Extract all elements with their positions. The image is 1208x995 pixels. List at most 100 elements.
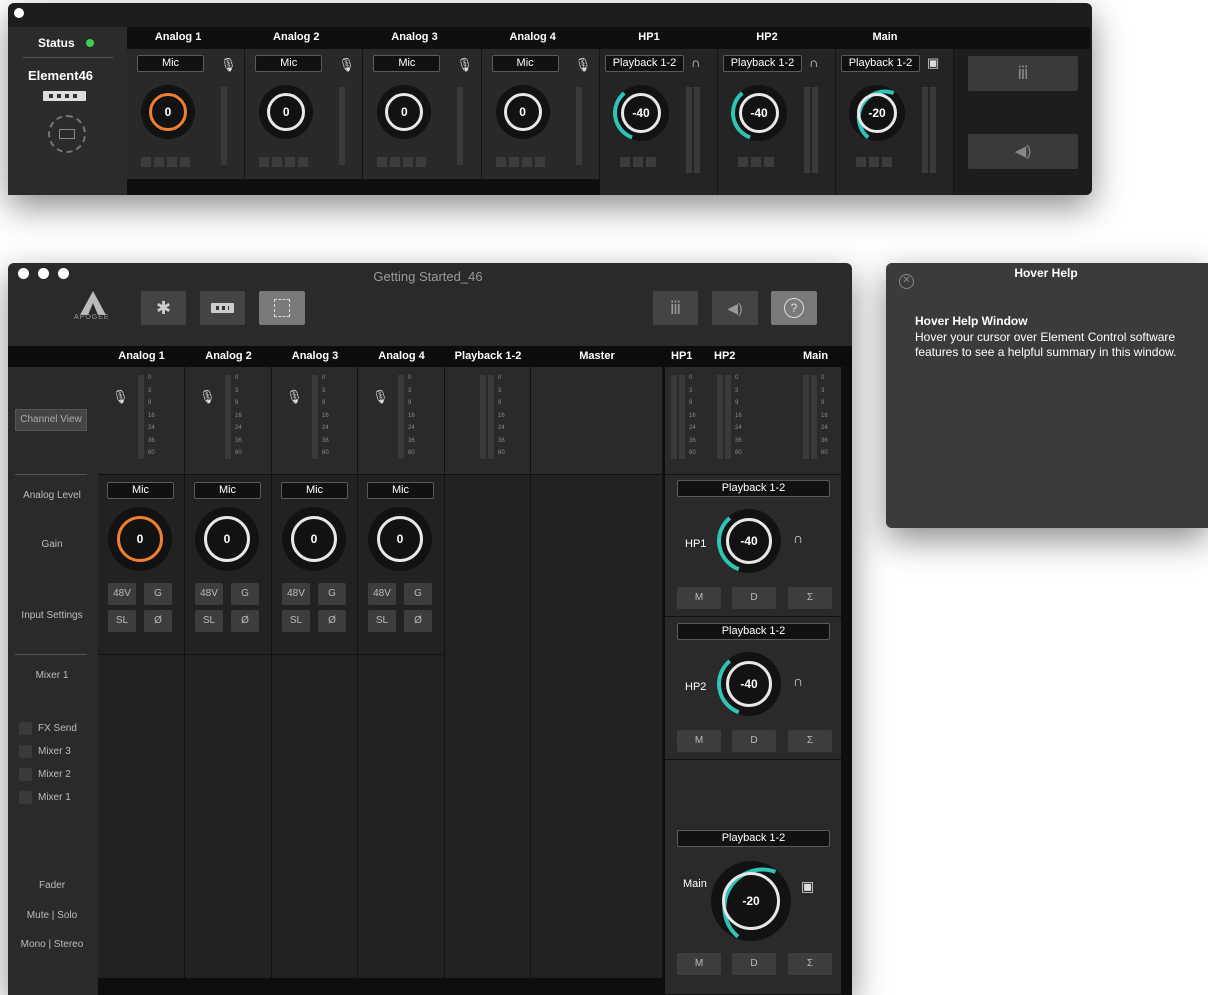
- sum-button[interactable]: Σ: [788, 730, 832, 752]
- meters-button[interactable]: ⅲ: [653, 291, 698, 325]
- input-meter: [138, 375, 144, 459]
- divider: [23, 57, 113, 58]
- mixer3-checkbox[interactable]: [19, 745, 32, 758]
- knob[interactable]: 0: [377, 85, 432, 139]
- scroll-strip[interactable]: [98, 978, 663, 995]
- meter-tick: 60: [408, 450, 415, 456]
- knob[interactable]: 0: [141, 85, 195, 139]
- channel-view-button[interactable]: Channel View: [15, 409, 87, 431]
- output-source-select[interactable]: Playback 1-2: [605, 55, 684, 72]
- phase-button[interactable]: Ø: [144, 610, 172, 632]
- soft-limit-button[interactable]: SL: [108, 610, 136, 632]
- level-meter: [457, 87, 464, 165]
- phase-button[interactable]: Ø: [404, 610, 432, 632]
- 48v-button[interactable]: 48V: [368, 583, 396, 605]
- mixer2-checkbox[interactable]: [19, 768, 32, 781]
- 48v-button[interactable]: 48V: [282, 583, 310, 605]
- gain-lock-button[interactable]: G: [144, 583, 172, 605]
- knob-value: 0: [291, 516, 337, 562]
- meter-tick: 0: [735, 375, 739, 381]
- level-meter-l: [922, 87, 928, 173]
- indicator: [764, 157, 774, 167]
- close-dot[interactable]: [14, 8, 24, 18]
- knob[interactable]: 0: [368, 507, 432, 571]
- input-select[interactable]: Mic: [194, 482, 261, 499]
- meter-tick: 16: [408, 412, 415, 419]
- dim-button[interactable]: D: [732, 730, 776, 752]
- knob[interactable]: 0: [495, 85, 550, 139]
- mute-button[interactable]: M: [677, 587, 721, 609]
- mixer1-checkbox[interactable]: [19, 791, 32, 804]
- indicator: [403, 157, 414, 167]
- sum-button[interactable]: Σ: [788, 953, 832, 975]
- dim-button[interactable]: D: [732, 953, 776, 975]
- sync-icon[interactable]: [48, 115, 86, 153]
- mute-button[interactable]: M: [677, 953, 721, 975]
- close-icon[interactable]: ✕: [899, 274, 914, 289]
- knob[interactable]: -40: [613, 85, 669, 141]
- meter-tick: 24: [735, 425, 742, 431]
- zoom-button[interactable]: [58, 268, 69, 279]
- speaker-button[interactable]: ◀): [968, 134, 1078, 169]
- output-source-select[interactable]: Playback 1-2: [677, 623, 830, 640]
- soft-limit-button[interactable]: SL: [368, 610, 396, 632]
- close-button[interactable]: [18, 268, 29, 279]
- meter-tick: 0: [689, 375, 693, 381]
- input-select[interactable]: Mic: [107, 482, 174, 499]
- phase-button[interactable]: Ø: [318, 610, 346, 632]
- knob[interactable]: -40: [717, 509, 781, 573]
- gain-lock-button[interactable]: G: [318, 583, 346, 605]
- output-source-select[interactable]: Playback 1-2: [841, 55, 920, 72]
- settings-button[interactable]: ✱: [141, 291, 186, 325]
- output-block: Playback 1-2 Main -20 ▣ M D Σ: [665, 825, 841, 995]
- output-source-select[interactable]: Playback 1-2: [677, 830, 830, 847]
- knob[interactable]: -40: [731, 85, 787, 141]
- 48v-button[interactable]: 48V: [195, 583, 223, 605]
- knob[interactable]: 0: [195, 507, 259, 571]
- mixer-view-button[interactable]: [259, 291, 305, 325]
- output-source-select[interactable]: Playback 1-2: [677, 480, 830, 497]
- device-icon: [211, 303, 234, 313]
- meter-view-button[interactable]: ⅲ: [968, 56, 1078, 91]
- input-select[interactable]: Mic: [367, 482, 434, 499]
- column-header: Analog 2: [205, 350, 252, 362]
- dim-button[interactable]: D: [732, 587, 776, 609]
- knob[interactable]: 0: [108, 507, 172, 571]
- knob[interactable]: -40: [717, 652, 781, 716]
- speaker-button[interactable]: ◀): [712, 291, 758, 325]
- knob[interactable]: -20: [849, 85, 905, 141]
- column-header: Analog 1: [118, 350, 165, 362]
- column-header: Analog 3: [291, 350, 339, 362]
- input-meter: [225, 375, 231, 459]
- help-button[interactable]: ?: [771, 291, 817, 325]
- level-meter: [339, 87, 346, 165]
- knob[interactable]: 0: [259, 85, 314, 139]
- knob[interactable]: 0: [282, 507, 346, 571]
- mixer-channel: 🎙 0 3 9 16 24 36 60 Mic 0 48V G SL Ø: [272, 367, 358, 978]
- mute-button[interactable]: M: [677, 730, 721, 752]
- soft-limit-button[interactable]: SL: [282, 610, 310, 632]
- output-source-select[interactable]: Playback 1-2: [723, 55, 802, 72]
- meter-tick: 9: [735, 400, 739, 406]
- device-view-button[interactable]: [200, 291, 245, 325]
- empty-slot: [665, 761, 841, 823]
- soft-limit-button[interactable]: SL: [195, 610, 223, 632]
- meter-tick: 24: [498, 425, 505, 431]
- sum-button[interactable]: Σ: [788, 587, 832, 609]
- fx-send-checkbox[interactable]: [19, 722, 32, 735]
- knob[interactable]: -20: [711, 861, 791, 941]
- input-select[interactable]: Mic: [281, 482, 348, 499]
- knob-value: 0: [149, 93, 187, 131]
- output-strip: Playback 1-2 ▣ -20: [836, 49, 954, 195]
- meter-section: [531, 367, 662, 475]
- phase-button[interactable]: Ø: [231, 610, 259, 632]
- headphones-icon: ∩: [691, 55, 701, 70]
- input-select[interactable]: Mic: [255, 55, 323, 72]
- gain-lock-button[interactable]: G: [404, 583, 432, 605]
- input-select[interactable]: Mic: [373, 55, 441, 72]
- gain-lock-button[interactable]: G: [231, 583, 259, 605]
- input-select[interactable]: Mic: [491, 55, 559, 72]
- minimize-button[interactable]: [38, 268, 49, 279]
- input-select[interactable]: Mic: [137, 55, 204, 72]
- 48v-button[interactable]: 48V: [108, 583, 136, 605]
